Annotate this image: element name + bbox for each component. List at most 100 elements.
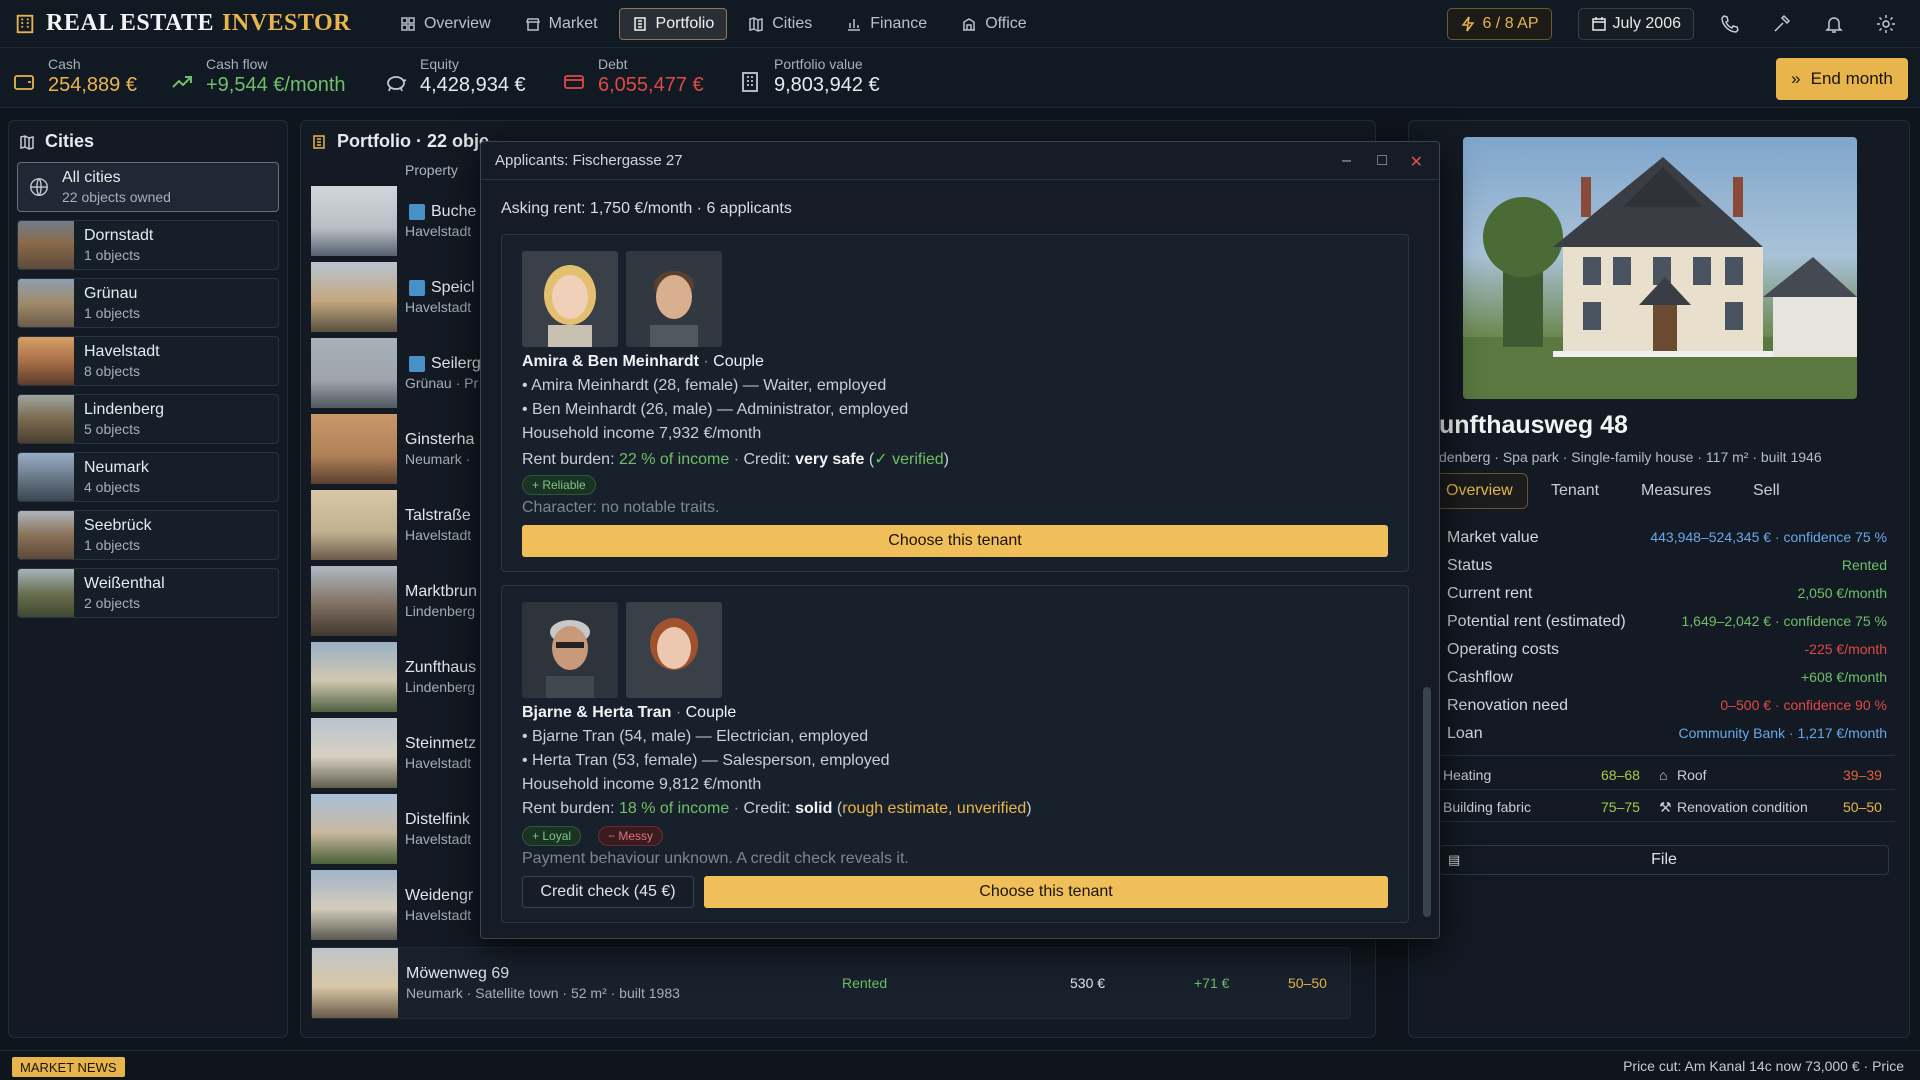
bell-icon[interactable] <box>1824 14 1844 34</box>
stat-value: 9,803,942 € <box>774 74 880 96</box>
news-ticker-text: Price cut: Am Kanal 14c now 73,000 € · P… <box>1623 1058 1904 1074</box>
action-points-value: 6 / 8 AP <box>1482 15 1539 32</box>
dashboard-icon <box>401 16 415 31</box>
globe-icon <box>30 178 48 196</box>
app-title-part1: REAL ESTATE <box>46 10 215 36</box>
kv-value: +608 €/month <box>1800 669 1887 685</box>
avatar <box>522 251 618 347</box>
city-name: Grünau <box>84 285 138 302</box>
property-name: Speicl <box>431 279 475 296</box>
rating-value-renovation: 50–50 <box>1843 799 1882 815</box>
tab-label: Overview <box>423 14 491 32</box>
close-icon[interactable]: ✕ <box>1410 152 1423 172</box>
app-logo: REAL ESTATE INVESTOR <box>14 10 351 37</box>
rent-burden-line: Rent burden: 18 % of income · Credit: so… <box>522 800 1032 817</box>
column-header-property[interactable]: Property <box>405 162 458 178</box>
city-name: All cities <box>62 169 121 186</box>
city-item-lindenberg[interactable]: Lindenberg 5 objects <box>17 394 279 444</box>
wallet-icon <box>14 75 34 90</box>
avatar <box>522 602 618 698</box>
choose-tenant-button[interactable]: Choose this tenant <box>704 876 1388 908</box>
property-name: Seilerg <box>431 355 481 372</box>
city-item-weissenthal[interactable]: Weißenthal 2 objects <box>17 568 279 618</box>
property-sub: Neumark · <box>405 451 471 467</box>
property-sub: Havelstadt <box>405 299 472 315</box>
city-count: 8 objects <box>84 363 141 379</box>
city-name: Dornstadt <box>84 227 154 244</box>
kv-status: Status Rented <box>1447 557 1887 575</box>
hammer-icon[interactable] <box>1772 14 1792 34</box>
phone-icon[interactable] <box>1720 14 1740 34</box>
property-sub: Havelstadt <box>405 223 472 239</box>
property-name: Ginsterha <box>405 431 475 448</box>
tab-sell[interactable]: Sell <box>1739 473 1794 509</box>
credit-value: solid <box>795 800 833 817</box>
property-thumbnail <box>311 794 397 864</box>
applicant-name: Amira & Ben Meinhardt <box>522 353 699 370</box>
tab-overview[interactable]: Overview <box>387 8 504 40</box>
choose-tenant-button[interactable]: Choose this tenant <box>522 525 1388 557</box>
applicant-type: Couple <box>713 353 764 370</box>
tab-market[interactable]: Market <box>512 8 611 40</box>
stat-label: Portfolio value <box>774 56 863 72</box>
rent-burden-value: 18 % of income <box>618 800 730 817</box>
rating-value-fabric: 75–75 <box>1601 799 1640 815</box>
kv-label: Market value <box>1447 529 1539 546</box>
city-thumbnail <box>18 569 74 617</box>
kv-label: Operating costs <box>1447 641 1560 658</box>
property-thumbnail <box>311 642 397 712</box>
person-line: • Amira Meinhardt (28, female) — Waiter,… <box>522 377 887 394</box>
house-illustration <box>1463 157 1857 399</box>
stat-label: Equity <box>420 56 459 72</box>
tab-measures[interactable]: Measures <box>1627 473 1725 509</box>
property-cashflow: +71 € <box>1194 975 1230 991</box>
panel-title: Cities <box>45 131 95 151</box>
tab-office[interactable]: Office <box>948 8 1040 40</box>
stat-value: +9,544 €/month <box>206 74 346 96</box>
stat-value: 6,055,477 € <box>598 74 704 96</box>
file-button[interactable]: ▤ File <box>1439 845 1889 875</box>
city-thumbnail <box>18 395 74 443</box>
city-item-dornstadt[interactable]: Dornstadt 1 objects <box>17 220 279 270</box>
city-item-seebrueck[interactable]: Seebrück 1 objects <box>17 510 279 560</box>
property-name: Talstraße <box>405 507 471 524</box>
property-thumbnail <box>311 338 397 408</box>
city-item-havelstadt[interactable]: Havelstadt 8 objects <box>17 336 279 386</box>
credit-note: rough estimate, unverified <box>842 800 1027 817</box>
tab-label: Market <box>548 14 598 32</box>
rating-label-renovation: Renovation condition <box>1677 799 1808 815</box>
property-sub: Grünau · Pr <box>405 375 479 391</box>
kv-value: Rented <box>1841 557 1887 573</box>
double-chevron-icon: » <box>1791 69 1801 88</box>
stat-portfolio-value: Portfolio value 9,803,942 € <box>738 56 880 97</box>
tab-tenant[interactable]: Tenant <box>1537 473 1613 509</box>
file-label: File <box>1651 851 1677 868</box>
tab-portfolio[interactable]: Portfolio <box>618 7 728 40</box>
tab-finance[interactable]: Finance <box>833 8 940 40</box>
property-details-panel: unfthausweg 48 denberg · Spa park · Sing… <box>1408 120 1910 1038</box>
end-month-button[interactable]: » End month <box>1776 58 1908 100</box>
credit-label: Credit: <box>743 451 791 468</box>
paint-roller-icon: ⚒ <box>1659 799 1672 815</box>
tab-overview[interactable]: Overview <box>1431 473 1528 509</box>
property-row[interactable]: Möwenweg 69 Neumark · Satellite town · 52… <box>311 947 1351 1019</box>
map-icon <box>749 16 763 32</box>
person-line: • Bjarne Tran (54, male) — Electrician, … <box>522 728 869 745</box>
tab-cities[interactable]: Cities <box>735 8 825 40</box>
city-count: 2 objects <box>84 595 141 611</box>
maximize-icon[interactable]: □ <box>1377 152 1387 170</box>
building-icon <box>16 14 34 33</box>
scrollbar[interactable] <box>1423 687 1431 917</box>
market-news-badge[interactable]: MARKET NEWS <box>12 1057 125 1077</box>
gear-icon[interactable] <box>1876 14 1896 34</box>
city-item-all[interactable]: All cities 22 objects owned <box>17 162 279 212</box>
property-name: Marktbrun <box>405 583 478 600</box>
map-icon <box>20 134 34 150</box>
applicant-names: Bjarne & Herta Tran · Couple <box>522 704 737 721</box>
minimize-icon[interactable]: – <box>1342 152 1351 170</box>
property-name: Steinmetz <box>405 735 477 752</box>
city-item-gruenau[interactable]: Grünau 1 objects <box>17 278 279 328</box>
city-item-neumark[interactable]: Neumark 4 objects <box>17 452 279 502</box>
credit-check-button[interactable]: Credit check (45 €) <box>522 876 694 908</box>
property-sub: Lindenberg <box>405 679 476 695</box>
